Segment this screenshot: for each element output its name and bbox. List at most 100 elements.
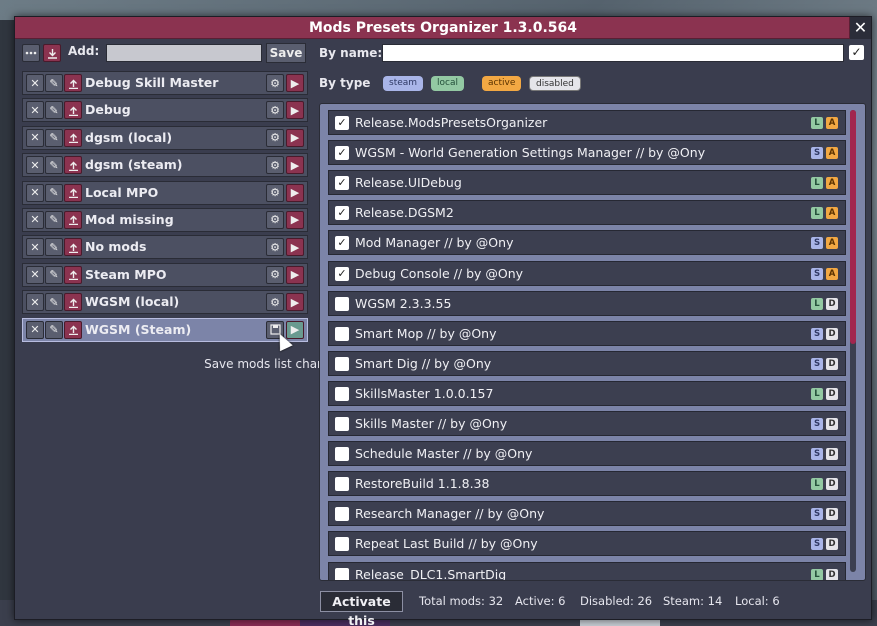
mod-checkbox[interactable] [335, 567, 349, 580]
apply-preset-button[interactable]: ▶ [286, 265, 304, 284]
disabled-filter-tag[interactable]: disabled [529, 76, 581, 91]
mod-row[interactable]: Schedule Master // by @Ony S D [328, 441, 846, 467]
delete-preset-button[interactable]: ✕ [26, 210, 44, 229]
preset-settings-button[interactable]: ⚙ [266, 101, 284, 120]
export-preset-button[interactable] [64, 74, 82, 92]
mod-row[interactable]: ✓ Debug Console // by @Ony S A [328, 260, 846, 286]
mod-checkbox[interactable] [335, 326, 349, 341]
mod-checkbox[interactable] [335, 477, 349, 492]
export-preset-button[interactable] [64, 128, 82, 147]
delete-preset-button[interactable]: ✕ [26, 128, 44, 147]
mod-row[interactable]: ✓ Release.ModsPresetsOrganizer L A [328, 110, 846, 135]
steam-filter-tag[interactable]: steam [383, 76, 424, 91]
rename-preset-button[interactable]: ✎ [45, 293, 63, 312]
mods-scrollbar[interactable] [850, 110, 856, 572]
mod-checkbox[interactable] [335, 447, 349, 462]
delete-preset-button[interactable]: ✕ [26, 293, 44, 312]
mod-row[interactable]: Smart Mop // by @Ony S D [328, 320, 846, 346]
preset-settings-button[interactable]: ⚙ [266, 210, 284, 229]
scrollbar-thumb[interactable] [850, 110, 856, 344]
preset-row[interactable]: ✕ ✎ WGSM (local) ⚙ ▶ [22, 290, 308, 315]
mod-row[interactable]: Research Manager // by @Ony S D [328, 501, 846, 527]
preset-row[interactable]: ✕ ✎ No mods ⚙ ▶ [22, 235, 308, 260]
apply-preset-button[interactable]: ▶ [286, 128, 304, 147]
name-filter-input[interactable] [382, 44, 844, 62]
add-preset-input[interactable] [106, 44, 262, 62]
preset-settings-button[interactable]: ⚙ [266, 128, 284, 147]
export-preset-button[interactable] [64, 183, 82, 202]
close-button[interactable]: ✕ [849, 17, 871, 39]
mod-checkbox[interactable]: ✓ [335, 266, 349, 281]
preset-settings-button[interactable]: ⚙ [266, 74, 284, 92]
export-preset-button[interactable] [64, 238, 82, 257]
rename-preset-button[interactable]: ✎ [45, 210, 63, 229]
apply-preset-button[interactable]: ▶ [286, 156, 304, 175]
preset-row[interactable]: ✕ ✎ Debug ⚙ ▶ [22, 98, 308, 123]
mod-row[interactable]: Skills Master // by @Ony S D [328, 411, 846, 436]
preset-settings-button[interactable]: ⚙ [266, 238, 284, 257]
mod-checkbox[interactable]: ✓ [335, 146, 349, 161]
mod-checkbox[interactable]: ✓ [335, 176, 349, 191]
activate-button[interactable]: Activate this [320, 591, 403, 626]
rename-preset-button[interactable]: ✎ [45, 320, 63, 339]
export-preset-button[interactable] [64, 210, 82, 229]
mod-row[interactable]: SkillsMaster 1.0.0.157 L D [328, 380, 846, 406]
import-button[interactable] [43, 44, 61, 62]
rename-preset-button[interactable]: ✎ [45, 238, 63, 257]
mod-checkbox[interactable] [335, 386, 349, 401]
preset-row[interactable]: ✕ ✎ WGSM (Steam) ▶ [22, 317, 308, 342]
export-preset-button[interactable] [64, 320, 82, 339]
delete-preset-button[interactable]: ✕ [26, 101, 44, 120]
mod-row[interactable]: ✓ WGSM - World Generation Settings Manag… [328, 140, 846, 166]
apply-preset-button[interactable]: ▶ [286, 293, 304, 312]
export-preset-button[interactable] [64, 101, 82, 120]
rename-preset-button[interactable]: ✎ [45, 74, 63, 92]
apply-preset-button[interactable]: ▶ [286, 101, 304, 120]
delete-preset-button[interactable]: ✕ [26, 74, 44, 92]
mod-row[interactable]: ✓ Release.UIDebug L A [328, 170, 846, 196]
mod-row[interactable]: Smart Dig // by @Ony S D [328, 350, 846, 376]
local-filter-tag[interactable]: local [431, 76, 464, 91]
delete-preset-button[interactable]: ✕ [26, 183, 44, 202]
mod-row[interactable]: ✓ Release.DGSM2 L A [328, 200, 846, 226]
preset-settings-button[interactable]: ⚙ [266, 293, 284, 312]
rename-preset-button[interactable]: ✎ [45, 128, 63, 147]
apply-preset-button[interactable]: ▶ [286, 210, 304, 229]
mod-checkbox[interactable] [335, 296, 349, 311]
delete-preset-button[interactable]: ✕ [26, 320, 44, 339]
apply-preset-button[interactable]: ▶ [286, 238, 304, 257]
mod-row[interactable]: ✓ Mod Manager // by @Ony S A [328, 230, 846, 256]
rename-preset-button[interactable]: ✎ [45, 265, 63, 284]
delete-preset-button[interactable]: ✕ [26, 238, 44, 257]
rename-preset-button[interactable]: ✎ [45, 183, 63, 202]
preset-row[interactable]: ✕ ✎ Mod missing ⚙ ▶ [22, 207, 308, 232]
mod-row[interactable]: RestoreBuild 1.1.8.38 L D [328, 471, 846, 497]
mod-checkbox[interactable]: ✓ [335, 236, 349, 251]
mod-checkbox[interactable] [335, 356, 349, 371]
mod-checkbox[interactable]: ✓ [335, 206, 349, 221]
mod-checkbox[interactable] [335, 417, 349, 431]
preset-row[interactable]: ✕ ✎ Local MPO ⚙ ▶ [22, 180, 308, 205]
preset-settings-button[interactable]: ⚙ [266, 183, 284, 202]
delete-preset-button[interactable]: ✕ [26, 156, 44, 175]
mod-row[interactable]: Repeat Last Build // by @Ony S D [328, 531, 846, 557]
save-button[interactable]: Save [266, 43, 306, 63]
preset-row[interactable]: ✕ ✎ Steam MPO ⚙ ▶ [22, 262, 308, 287]
preset-settings-button[interactable]: ⚙ [266, 156, 284, 175]
preset-row[interactable]: ✕ ✎ dgsm (steam) ⚙ ▶ [22, 153, 308, 178]
preset-row[interactable]: ✕ ✎ Debug Skill Master ⚙ ▶ [22, 71, 308, 95]
preset-settings-button[interactable]: ⚙ [266, 265, 284, 284]
mod-checkbox[interactable] [335, 537, 349, 552]
apply-preset-button[interactable]: ▶ [286, 183, 304, 202]
mod-checkbox[interactable]: ✓ [335, 116, 349, 130]
export-preset-button[interactable] [64, 156, 82, 175]
apply-preset-button[interactable]: ▶ [286, 74, 304, 92]
active-filter-tag[interactable]: active [482, 76, 522, 91]
export-preset-button[interactable] [64, 265, 82, 284]
rename-preset-button[interactable]: ✎ [45, 156, 63, 175]
preset-row[interactable]: ✕ ✎ dgsm (local) ⚙ ▶ [22, 125, 308, 150]
mod-row[interactable]: WGSM 2.3.3.55 L D [328, 290, 846, 316]
mod-row[interactable]: Release_DLC1.SmartDig L D [328, 561, 846, 580]
rename-preset-button[interactable]: ✎ [45, 101, 63, 120]
more-options-button[interactable] [22, 44, 40, 62]
